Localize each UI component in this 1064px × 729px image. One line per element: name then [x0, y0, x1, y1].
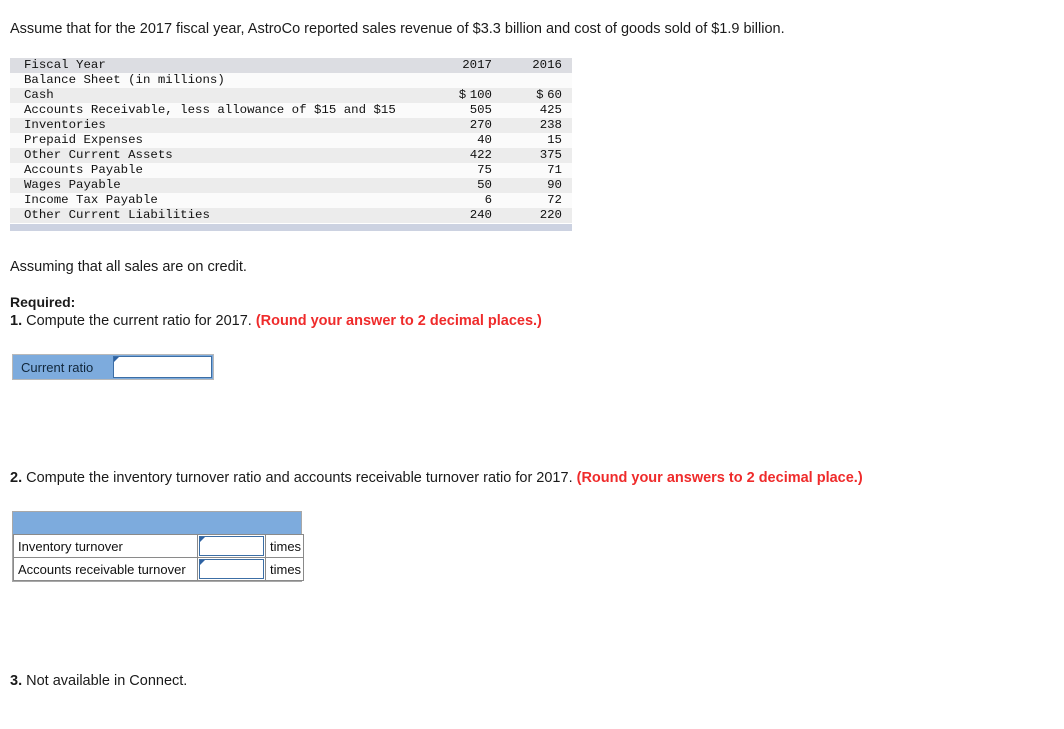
table-row: Cash $100 $60 [10, 88, 572, 103]
header-fiscal-year: Fiscal Year [10, 58, 430, 73]
row-value-2017: $100 [430, 88, 500, 103]
current-ratio-input[interactable] [114, 357, 211, 377]
balance-sheet-subtitle: Balance Sheet (in millions) [10, 73, 430, 88]
row-value-2016: 375 [500, 148, 572, 163]
table-row: Inventory turnover times [13, 534, 304, 558]
table-row: Other Current Liabilities 240 220 [10, 208, 572, 223]
subtitle-blank-2016 [500, 73, 572, 88]
inventory-turnover-label: Inventory turnover [13, 534, 198, 558]
turnover-answer-body: Inventory turnover times Accounts receiv… [13, 534, 304, 581]
row-value-2016: 220 [500, 208, 572, 223]
row-amount-2016: 60 [547, 88, 562, 102]
row-value-2017: 505 [430, 103, 500, 118]
accounts-receivable-turnover-input[interactable] [200, 560, 263, 578]
turnover-widget-header [13, 512, 301, 534]
row-label: Accounts Payable [10, 163, 430, 178]
row-label: Cash [10, 88, 430, 103]
row-value-2016: $60 [500, 88, 572, 103]
currency-symbol: $ [536, 88, 544, 102]
table-header-row: Fiscal Year 2017 2016 [10, 58, 572, 73]
row-value-2016: 425 [500, 103, 572, 118]
table-row: Accounts receivable turnover times [13, 557, 304, 581]
inventory-turnover-unit: times [265, 534, 304, 558]
current-ratio-label: Current ratio [13, 355, 113, 379]
assuming-note: Assuming that all sales are on credit. [10, 259, 247, 275]
table-row: Accounts Payable 75 71 [10, 163, 572, 178]
accounts-receivable-turnover-input-wrapper[interactable] [199, 559, 264, 579]
row-value-2016: 15 [500, 133, 572, 148]
inventory-turnover-input-wrapper[interactable] [199, 536, 264, 556]
turnover-answer-grid: Inventory turnover times Accounts receiv… [13, 534, 304, 581]
inventory-turnover-input-cell[interactable] [197, 534, 266, 558]
question-3-text: Not available in Connect. [26, 673, 188, 689]
question-2-number: 2. [10, 470, 23, 486]
question-2: 2. Compute the inventory turnover ratio … [10, 469, 863, 488]
row-value-2016: 90 [500, 178, 572, 193]
accounts-receivable-turnover-input-cell[interactable] [197, 557, 266, 581]
currency-symbol: $ [458, 88, 467, 102]
intro-paragraph: Assume that for the 2017 fiscal year, As… [10, 21, 785, 37]
row-value-2016: 238 [500, 118, 572, 133]
row-value-2017: 6 [430, 193, 500, 208]
row-value-2017: 240 [430, 208, 500, 223]
question-1-number: 1. [10, 313, 23, 329]
row-amount-2017: 100 [469, 88, 492, 102]
row-value-2017: 50 [430, 178, 500, 193]
row-value-2017: 40 [430, 133, 500, 148]
row-label: Accounts Receivable, less allowance of $… [10, 103, 430, 118]
balance-sheet-grid: Fiscal Year 2017 2016 Balance Sheet (in … [10, 58, 572, 223]
question-1: 1. Compute the current ratio for 2017. (… [10, 312, 542, 331]
question-2-text: Compute the inventory turnover ratio and… [26, 470, 573, 486]
question-3-number: 3. [10, 673, 23, 689]
accounts-receivable-turnover-label: Accounts receivable turnover [13, 557, 198, 581]
row-label: Other Current Liabilities [10, 208, 430, 223]
current-ratio-input-cell[interactable] [113, 356, 212, 378]
subtitle-blank-2017 [430, 73, 500, 88]
balance-sheet-table: Fiscal Year 2017 2016 Balance Sheet (in … [10, 58, 572, 231]
balance-sheet-body: Fiscal Year 2017 2016 Balance Sheet (in … [10, 58, 572, 223]
current-ratio-answer-widget: Current ratio [12, 354, 214, 380]
table-row: Inventories 270 238 [10, 118, 572, 133]
header-year-2017: 2017 [430, 58, 500, 73]
table-row: Other Current Assets 422 375 [10, 148, 572, 163]
row-label: Income Tax Payable [10, 193, 430, 208]
row-label: Inventories [10, 118, 430, 133]
row-value-2016: 71 [500, 163, 572, 178]
accounts-receivable-turnover-unit: times [265, 557, 304, 581]
row-label: Other Current Assets [10, 148, 430, 163]
turnover-answer-widget: Inventory turnover times Accounts receiv… [12, 511, 304, 582]
header-year-2016: 2016 [500, 58, 572, 73]
row-value-2016: 72 [500, 193, 572, 208]
table-row: Income Tax Payable 6 72 [10, 193, 572, 208]
inventory-turnover-input[interactable] [200, 537, 263, 555]
table-row: Prepaid Expenses 40 15 [10, 133, 572, 148]
question-3: 3. Not available in Connect. [10, 672, 187, 691]
table-footer-bar [10, 224, 572, 231]
row-value-2017: 270 [430, 118, 500, 133]
required-label: Required: [10, 294, 76, 310]
row-value-2017: 75 [430, 163, 500, 178]
row-label: Prepaid Expenses [10, 133, 430, 148]
row-value-2017: 422 [430, 148, 500, 163]
table-row: Accounts Receivable, less allowance of $… [10, 103, 572, 118]
question-1-text: Compute the current ratio for 2017. [26, 313, 252, 329]
table-row: Wages Payable 50 90 [10, 178, 572, 193]
table-subtitle-row: Balance Sheet (in millions) [10, 73, 572, 88]
question-2-round-note: (Round your answers to 2 decimal place.) [576, 470, 863, 486]
row-label: Wages Payable [10, 178, 430, 193]
question-1-round-note: (Round your answer to 2 decimal places.) [255, 313, 542, 329]
